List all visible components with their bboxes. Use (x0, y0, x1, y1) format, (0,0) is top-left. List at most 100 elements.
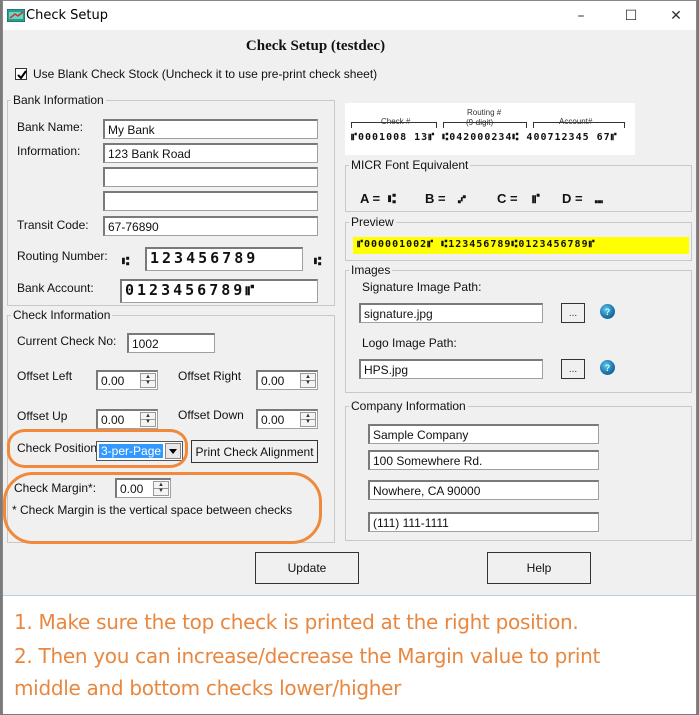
spin-down-icon[interactable]: ▼ (301, 380, 315, 387)
micr-key-b: B = (425, 191, 446, 206)
signature-path-input[interactable]: signature.jpg (359, 303, 543, 323)
company-name-input[interactable]: Sample Company (368, 424, 599, 444)
offset-right-label: Offset Right (178, 369, 242, 383)
title-bar: Check Setup – ☐ ✕ (3, 1, 696, 30)
logo-browse-button[interactable]: ... (561, 359, 585, 379)
bank-information-legend: Bank Information (13, 93, 104, 107)
check-position-label: Check Position (17, 441, 98, 455)
update-button[interactable]: Update (255, 552, 359, 584)
blank-check-stock-label: Use Blank Check Stock (Uncheck it to use… (33, 67, 378, 81)
company-address1-input[interactable]: 100 Somewhere Rd. (368, 450, 599, 470)
micr-symbol-b-icon: ⑇ (458, 191, 466, 206)
blank-check-stock-option[interactable]: Use Blank Check Stock (Uncheck it to use… (15, 67, 377, 81)
signature-path-label: Signature Image Path: (362, 280, 482, 294)
company-phone-input[interactable]: (111) 111-1111 (368, 512, 599, 532)
close-icon: ✕ (670, 7, 682, 24)
minimize-button[interactable]: – (558, 1, 604, 30)
help-button[interactable]: Help (487, 552, 591, 584)
offset-left-stepper[interactable]: 0.00 ▲ ▼ (96, 370, 158, 390)
minimize-icon: – (577, 7, 585, 24)
blank-check-stock-checkbox[interactable] (15, 68, 27, 80)
routing-number-input[interactable]: 123456789 (145, 247, 303, 271)
information-label: Information: (17, 144, 81, 158)
micr-preview-line: ⑈000001002⑈ ⑆123456789⑆0123456789⑈ (353, 237, 689, 254)
check-position-select[interactable]: 3-per-Page (96, 441, 183, 461)
bank-account-input[interactable]: 0123456789⑈ (120, 279, 318, 303)
offset-right-spin-buttons[interactable]: ▲ ▼ (300, 373, 316, 388)
offset-down-value: 0.00 (261, 413, 285, 427)
routing-number-label: Routing Number: (17, 249, 108, 263)
check-setup-window: Check Setup – ☐ ✕ Check Setup (testdec) … (2, 0, 697, 714)
offset-up-stepper[interactable]: 0.00 ▲ ▼ (96, 409, 158, 429)
check-margin-stepper[interactable]: 0.00 ▲ ▼ (115, 478, 171, 498)
window-title: Check Setup (26, 8, 108, 23)
routing-transit-symbol-left: ⑆ (122, 254, 130, 268)
logo-path-input[interactable]: HPS.jpg (359, 359, 543, 379)
micr-symbol-d-icon: ⑉ (595, 191, 603, 206)
micr-symbol-a-icon: ⑆ (388, 191, 396, 206)
micr-check-diagram: Check # Routing # (9-digit) Account# ⑈00… (345, 103, 635, 155)
micr-key-d: D = (562, 191, 583, 206)
spin-down-icon[interactable]: ▼ (154, 488, 168, 495)
print-check-alignment-button[interactable]: Print Check Alignment (191, 440, 318, 463)
signature-browse-button[interactable]: ... (561, 303, 585, 323)
check-margin-note: * Check Margin is the vertical space bet… (12, 503, 293, 517)
offset-left-spin-buttons[interactable]: ▲ ▼ (140, 373, 156, 388)
instruction-line-3: middle and bottom checks lower/higher (14, 676, 402, 700)
logo-help-icon[interactable]: ? (600, 360, 615, 375)
account-bracket (533, 122, 625, 128)
offset-right-stepper[interactable]: 0.00 ▲ ▼ (256, 370, 318, 390)
spin-down-icon[interactable]: ▼ (141, 380, 155, 387)
information-line3-input[interactable] (103, 191, 318, 211)
micr-font-group: MICR Font Equivalent (345, 158, 692, 212)
check-bracket (351, 122, 437, 128)
current-check-input[interactable]: 1002 (127, 333, 215, 353)
micr-symbol-c-icon: ⑈ (532, 191, 540, 206)
check-margin-label: Check Margin*: (14, 481, 97, 495)
instruction-line-2: 2. Then you can increase/decrease the Ma… (14, 644, 601, 668)
micr-key-c: C = (497, 191, 518, 206)
offset-up-value: 0.00 (101, 413, 125, 427)
signature-help-icon[interactable]: ? (600, 304, 615, 319)
bank-name-label: Bank Name: (17, 120, 84, 134)
close-button[interactable]: ✕ (653, 1, 699, 30)
check-information-legend: Check Information (13, 308, 111, 322)
company-address2-input[interactable]: Nowhere, CA 90000 (368, 480, 599, 500)
routing-bracket (443, 122, 527, 128)
check-position-value: 3-per-Page (99, 444, 164, 458)
micr-key-a: A = (360, 191, 381, 206)
offset-up-spin-buttons[interactable]: ▲ ▼ (140, 412, 156, 427)
preview-legend: Preview (351, 215, 394, 229)
maximize-icon: ☐ (624, 7, 638, 24)
app-check-icon (7, 9, 25, 22)
diagram-micr-line: ⑈0001008 13⑈ ⑆042000234⑆ 400712345 67⑈ (351, 132, 618, 143)
dropdown-arrow-icon[interactable] (165, 443, 181, 459)
transit-code-label: Transit Code: (17, 218, 89, 232)
page-title: Check Setup (testdec) (245, 38, 386, 54)
spin-down-icon[interactable]: ▼ (141, 419, 155, 426)
transit-code-input[interactable]: 67-76890 (103, 216, 318, 236)
offset-right-value: 0.00 (261, 374, 285, 388)
offset-up-label: Offset Up (17, 409, 68, 423)
check-margin-spin-buttons[interactable]: ▲ ▼ (153, 481, 169, 496)
current-check-label: Current Check No: (17, 334, 117, 348)
offset-down-stepper[interactable]: 0.00 ▲ ▼ (256, 409, 318, 429)
checkmark-icon (17, 70, 27, 80)
offset-down-label: Offset Down (178, 408, 244, 422)
information-line2-input[interactable] (103, 167, 318, 187)
routing-transit-symbol-right: ⑆ (314, 254, 322, 268)
information-line1-input[interactable]: 123 Bank Road (103, 143, 318, 163)
bank-name-input[interactable]: My Bank (103, 119, 318, 139)
logo-path-label: Logo Image Path: (362, 336, 457, 350)
offset-left-label: Offset Left (17, 369, 73, 383)
instruction-line-1: 1. Make sure the top check is printed at… (14, 610, 579, 634)
maximize-button[interactable]: ☐ (608, 1, 654, 30)
diagram-routing-label: Routing # (467, 108, 502, 117)
company-information-legend: Company Information (351, 399, 466, 413)
bank-account-label: Bank Account: (17, 281, 94, 295)
offset-down-spin-buttons[interactable]: ▲ ▼ (300, 412, 316, 427)
check-margin-value: 0.00 (120, 482, 144, 496)
instructions-panel: 1. Make sure the top check is printed at… (3, 595, 696, 714)
spin-down-icon[interactable]: ▼ (301, 419, 315, 426)
images-legend: Images (351, 263, 391, 277)
